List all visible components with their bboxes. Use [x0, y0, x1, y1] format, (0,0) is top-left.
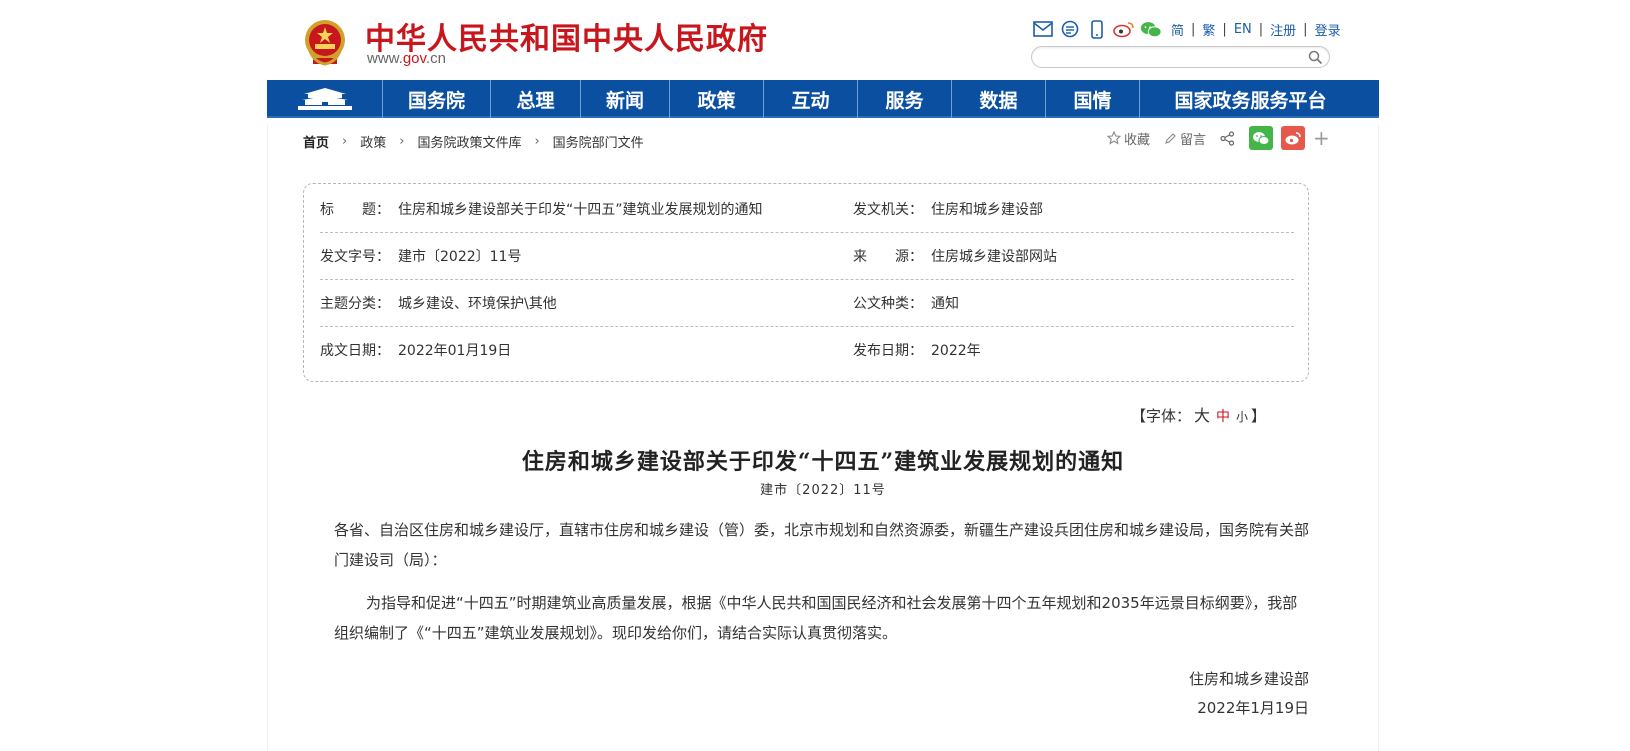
divider: | — [1258, 21, 1264, 37]
info-row: 成文日期： 2022年01月19日 发布日期： 2022年 — [320, 325, 1294, 374]
login-link[interactable]: 登录 — [1315, 20, 1341, 39]
nav-item-service[interactable]: 服务 — [858, 80, 952, 118]
document-info-table: 标 题： 住房和城乡建设部关于印发“十四五”建筑业发展规划的通知 发文机关： 住… — [303, 183, 1309, 382]
info-topic-cell: 主题分类： 城乡建设、环境保护\其他 — [320, 278, 557, 327]
info-issuer-label: 发文机关： — [853, 201, 923, 218]
domain-prefix: www. — [367, 50, 403, 67]
weibo-icon[interactable] — [1113, 18, 1135, 40]
national-emblem-icon[interactable] — [303, 18, 347, 68]
search-icon[interactable] — [1308, 50, 1323, 65]
article-paragraph: 各省、自治区住房和城乡建设厅，直辖市住房和城乡建设（管）委，北京市规划和自然资源… — [334, 521, 1310, 569]
main-nav: 国务院 总理 新闻 政策 互动 服务 数据 国情 国家政务服务平台 — [267, 80, 1379, 118]
main-container: 中华人民共和国中央人民政府 www.gov.cn 简 | 繁 | EN | 注册… — [267, 0, 1379, 751]
info-source-label: 来 源： — [853, 248, 923, 265]
mobile-icon[interactable] — [1086, 18, 1108, 40]
chevron-right-icon: › — [534, 134, 540, 149]
info-written-date-value: 2022年01月19日 — [398, 342, 512, 359]
wechat-share-icon[interactable] — [1249, 126, 1274, 150]
info-published-date-cell: 发布日期： 2022年 — [853, 325, 981, 374]
info-title-cell: 标 题： 住房和城乡建设部关于印发“十四五”建筑业发展规划的通知 — [320, 184, 763, 233]
share-button[interactable] — [1220, 130, 1235, 146]
nav-item-interaction[interactable]: 互动 — [764, 80, 858, 118]
nav-home-tiananmen-icon[interactable] — [267, 80, 383, 118]
info-row: 发文字号： 建市〔2022〕11号 来 源： 住房城乡建设部网站 — [320, 231, 1294, 280]
more-share-icon[interactable]: + — [1313, 128, 1330, 148]
share-icon — [1220, 130, 1235, 146]
font-size-medium-button[interactable]: 中 — [1216, 406, 1230, 426]
nav-item-premier[interactable]: 总理 — [491, 80, 581, 118]
info-source-value: 住房城乡建设部网站 — [931, 248, 1057, 265]
divider: | — [1303, 21, 1308, 37]
pencil-icon — [1165, 132, 1176, 144]
info-docno-cell: 发文字号： 建市〔2022〕11号 — [320, 231, 521, 280]
info-source-cell: 来 源： 住房城乡建设部网站 — [853, 231, 1057, 280]
breadcrumb-policy[interactable]: 政策 — [360, 132, 386, 151]
rss-icon[interactable] — [1059, 18, 1081, 40]
info-docno-value: 建市〔2022〕11号 — [398, 248, 522, 265]
info-topic-value: 城乡建设、环境保护\其他 — [398, 295, 557, 312]
article-paragraph: 为指导和促进“十四五”时期建筑业高质量发展，根据《中华人民共和国国民经济和社会发… — [334, 594, 1298, 642]
info-type-value: 通知 — [931, 295, 959, 312]
font-size-large-button[interactable]: 大 — [1194, 402, 1210, 426]
simplified-link[interactable]: 简 — [1171, 20, 1184, 39]
info-title-value: 住房和城乡建设部关于印发“十四五”建筑业发展规划的通知 — [398, 201, 763, 218]
info-issuer-value: 住房和城乡建设部 — [931, 201, 1043, 218]
top-tools: 简 | 繁 | EN | 注册 | 登录 — [1032, 18, 1341, 40]
share-tools: 收藏 留言 + — [1107, 124, 1330, 152]
favorite-label: 收藏 — [1124, 132, 1151, 148]
search-box — [1031, 46, 1330, 68]
signature-date: 2022年1月19日 — [1197, 699, 1309, 717]
domain-suffix: .cn — [425, 50, 446, 67]
font-size-switcher: 【字体： 大 中 小 】 — [1131, 402, 1266, 426]
signature-org: 住房和城乡建设部 — [1188, 670, 1309, 688]
nav-item-policy[interactable]: 政策 — [670, 80, 764, 118]
font-switch-prefix: 【字体： — [1131, 407, 1192, 425]
domain-main: gov — [402, 50, 426, 67]
info-type-cell: 公文种类： 通知 — [853, 278, 959, 327]
info-type-label: 公文种类： — [853, 295, 923, 312]
site-domain: www.gov.cn — [367, 50, 446, 67]
comment-button[interactable]: 留言 — [1164, 129, 1206, 148]
font-size-small-button[interactable]: 小 — [1236, 408, 1248, 425]
page: 中华人民共和国中央人民政府 www.gov.cn 简 | 繁 | EN | 注册… — [0, 0, 1630, 751]
wechat-icon[interactable] — [1140, 18, 1162, 40]
info-topic-label: 主题分类： — [320, 295, 390, 312]
info-written-date-label: 成文日期： — [320, 342, 390, 359]
breadcrumb-department-docs[interactable]: 国务院部门文件 — [553, 132, 644, 151]
chevron-right-icon: › — [342, 134, 348, 149]
info-row: 标 题： 住房和城乡建设部关于印发“十四五”建筑业发展规划的通知 发文机关： 住… — [320, 184, 1294, 233]
info-written-date-cell: 成文日期： 2022年01月19日 — [320, 325, 511, 374]
info-published-date-value: 2022年 — [931, 342, 981, 359]
info-row: 主题分类： 城乡建设、环境保护\其他 公文种类： 通知 — [320, 278, 1294, 327]
favorite-button[interactable]: 收藏 — [1107, 129, 1150, 148]
breadcrumb-policy-library[interactable]: 国务院政策文件库 — [417, 132, 521, 151]
divider: | — [1222, 21, 1227, 37]
font-switch-suffix: 】 — [1251, 407, 1267, 425]
info-published-date-label: 发布日期： — [853, 342, 923, 359]
traditional-link[interactable]: 繁 — [1202, 20, 1215, 39]
nav-item-state-council[interactable]: 国务院 — [383, 80, 491, 118]
info-docno-label: 发文字号： — [320, 248, 390, 265]
nav-item-gov-service-platform[interactable]: 国家政务服务平台 — [1140, 80, 1361, 118]
breadcrumb: 首页 › 政策 › 国务院政策文件库 › 国务院部门文件 — [303, 132, 644, 151]
weibo-share-icon[interactable] — [1281, 126, 1306, 150]
english-link[interactable]: EN — [1234, 22, 1252, 37]
top-links: 简 | 繁 | EN | 注册 | 登录 — [1171, 20, 1341, 39]
breadcrumb-home[interactable]: 首页 — [303, 132, 329, 151]
info-title-label: 标 题： — [320, 201, 390, 218]
star-icon — [1107, 131, 1121, 145]
chevron-right-icon: › — [399, 134, 405, 149]
divider: | — [1191, 21, 1196, 37]
register-link[interactable]: 注册 — [1270, 20, 1296, 39]
nav-item-news[interactable]: 新闻 — [581, 80, 670, 118]
search-input[interactable] — [1044, 49, 1294, 65]
article-doc-number: 建市〔2022〕11号 — [760, 483, 886, 498]
nav-item-national-info[interactable]: 国情 — [1046, 80, 1140, 118]
nav-item-data[interactable]: 数据 — [952, 80, 1046, 118]
info-issuer-cell: 发文机关： 住房和城乡建设部 — [853, 184, 1043, 233]
comment-label: 留言 — [1180, 132, 1207, 148]
article-title: 住房和城乡建设部关于印发“十四五”建筑业发展规划的通知 — [521, 449, 1125, 475]
mail-icon[interactable] — [1032, 18, 1054, 40]
